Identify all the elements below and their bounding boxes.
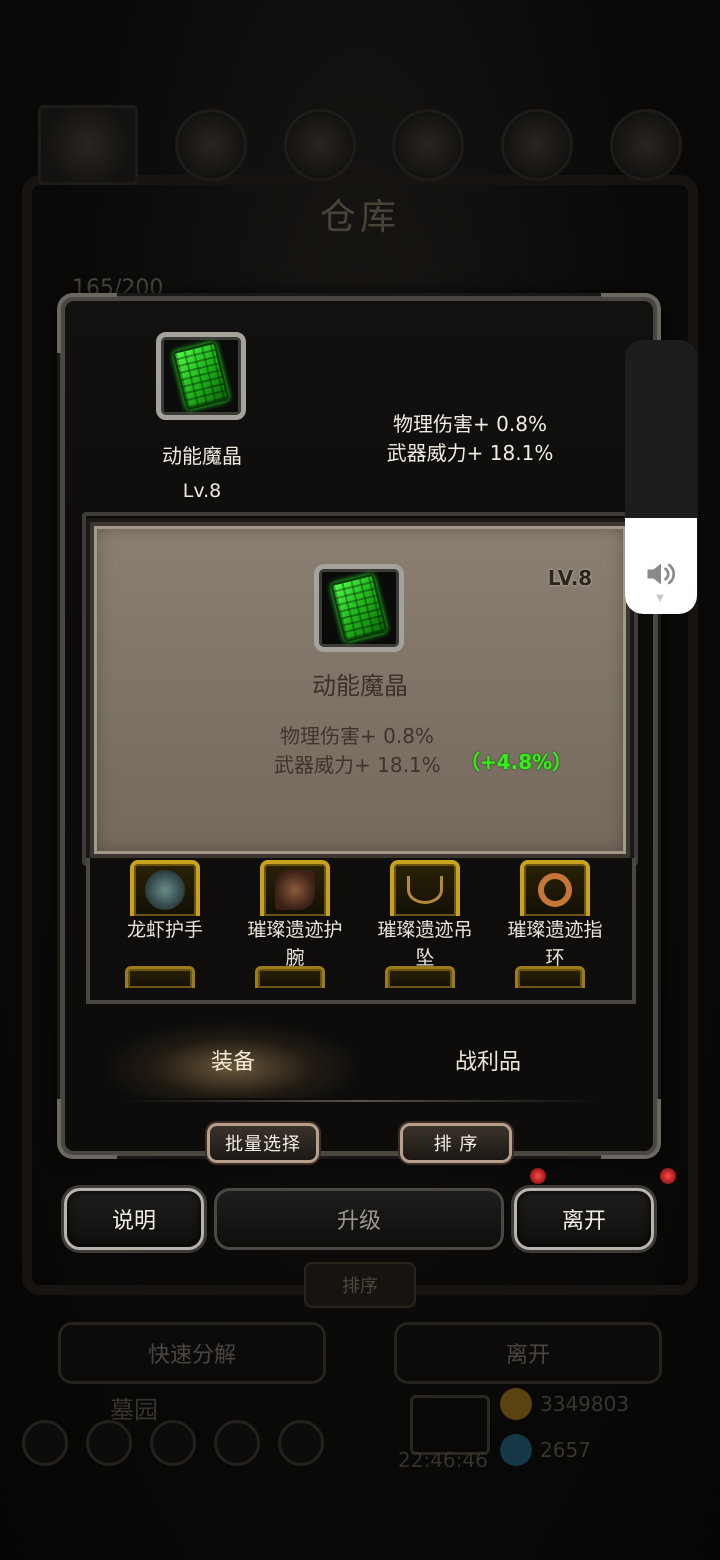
ornament-corner (57, 293, 117, 353)
inventory-tabs: 装备 战利品 (108, 1022, 608, 1098)
gauntlet-icon (130, 860, 200, 916)
current-item-stat-weapon: 武器威力+ 18.1% (386, 441, 554, 465)
gold-coin-icon (500, 1388, 532, 1420)
grid-item[interactable] (385, 966, 455, 988)
armor-tab-icon[interactable] (174, 109, 247, 181)
gem-currency-icon (500, 1434, 532, 1466)
grid-item[interactable]: 龙虾护手 (110, 860, 220, 944)
item-slot-icon (385, 966, 455, 988)
divider (118, 1100, 602, 1102)
current-item-stat-physical: 物理伤害+ 0.8% (393, 412, 547, 436)
pendant-icon (390, 860, 460, 916)
compare-item-name: 动能魔晶 (312, 672, 408, 700)
batch-select-button[interactable]: 批量选择 (207, 1123, 319, 1163)
weapon-tab-icon[interactable] (38, 105, 139, 185)
speaker-icon[interactable] (643, 556, 679, 592)
grid-item[interactable] (125, 966, 195, 988)
misc-tab-icon[interactable] (609, 109, 682, 181)
bracer-icon (260, 860, 330, 916)
volume-slider[interactable]: ▼ (625, 340, 697, 614)
warehouse-title: 仓库 (319, 197, 400, 238)
compare-item-stat-weapon: 武器威力+ 18.1% (274, 753, 441, 777)
item-slot-icon (125, 966, 195, 988)
current-item-name: 动能魔晶 (162, 444, 242, 468)
ornament-corner (57, 1099, 117, 1159)
nav-settings-icon[interactable] (278, 1420, 324, 1466)
quick-decompose-button[interactable]: 快速分解 (58, 1322, 326, 1384)
item-slot-icon (255, 966, 325, 988)
tab-loot[interactable]: 战利品 (368, 1022, 608, 1098)
grid-item[interactable]: 璀璨遗迹护腕 (240, 860, 350, 972)
nav-character-icon[interactable] (150, 1420, 196, 1466)
tab-equipment[interactable]: 装备 (108, 1022, 358, 1098)
current-item-slot[interactable] (156, 332, 246, 420)
compare-bonus-value: （+4.8%） (460, 750, 573, 774)
leave-button[interactable]: 离开 (514, 1188, 654, 1250)
kinetic-crystal-icon (330, 573, 388, 643)
clock-text: 22:46:46 (398, 1448, 488, 1472)
category-tab-bar (20, 105, 700, 185)
grid-item[interactable] (255, 966, 325, 988)
shield-tab-icon[interactable] (392, 109, 465, 181)
chest-tab-icon[interactable] (283, 109, 356, 181)
ring-icon (520, 860, 590, 916)
upgrade-button[interactable]: 升级 (214, 1188, 504, 1250)
gift-icon[interactable] (410, 1395, 490, 1455)
compare-item-slot (314, 564, 404, 652)
nav-bag-icon[interactable] (214, 1420, 260, 1466)
gem-tab-icon[interactable] (500, 109, 573, 181)
compare-item-stat-physical: 物理伤害+ 0.8% (280, 724, 434, 748)
gold-amount: 3349803 (540, 1392, 630, 1416)
kinetic-crystal-icon (172, 341, 230, 411)
ornament-corner (601, 1099, 661, 1159)
bottom-nav (22, 1420, 324, 1466)
sort-button[interactable]: 排 序 (400, 1123, 512, 1163)
grid-item[interactable]: 璀璨遗迹吊坠 (370, 860, 480, 972)
bg-sort-button[interactable]: 排序 (304, 1262, 416, 1308)
grid-item[interactable]: 璀璨遗迹指环 (500, 860, 610, 972)
item-slot-icon (515, 966, 585, 988)
notification-dot (660, 1168, 676, 1184)
notification-dot (530, 1168, 546, 1184)
bg-leave-button[interactable]: 离开 (394, 1322, 662, 1384)
gem-amount: 2657 (540, 1438, 591, 1462)
nav-target-icon[interactable] (86, 1420, 132, 1466)
chevron-down-icon[interactable]: ▼ (656, 593, 664, 604)
compare-item-level: LV.8 (547, 566, 593, 590)
current-item-level: Lv.8 (182, 480, 222, 502)
nav-map-icon[interactable] (22, 1420, 68, 1466)
grid-item[interactable] (515, 966, 585, 988)
help-button[interactable]: 说明 (64, 1188, 204, 1250)
